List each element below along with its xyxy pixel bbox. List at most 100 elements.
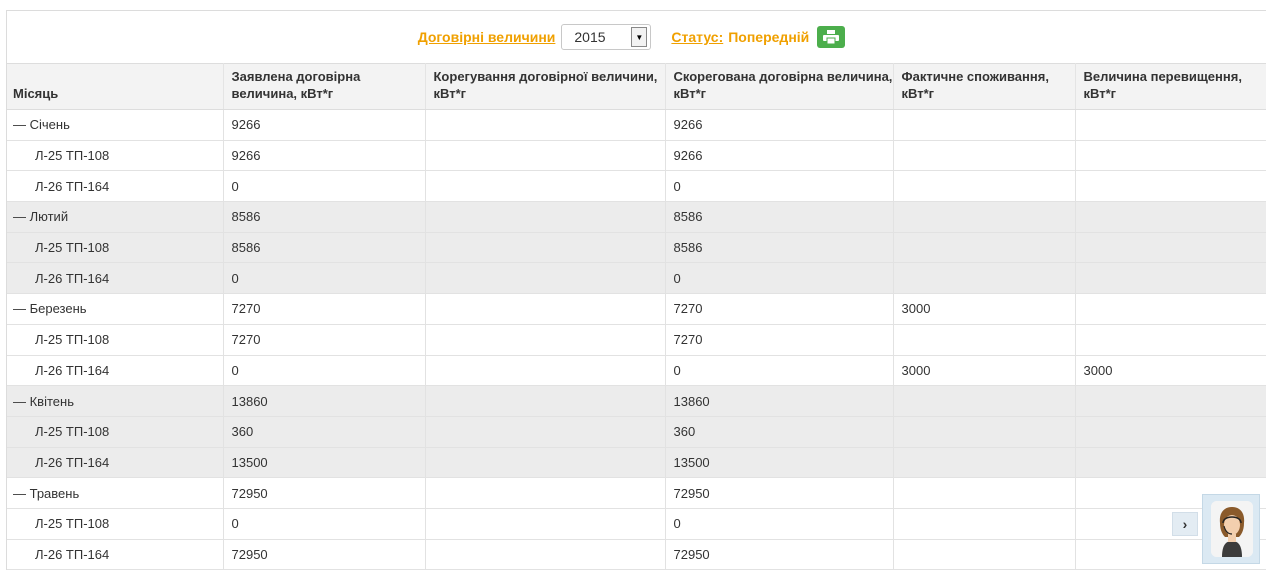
year-select[interactable]: 2015 ▼ [561,24,652,50]
table-row: Л-25 ТП-108 9266 9266 [7,140,1266,172]
month-name[interactable]: — Січень [7,109,224,141]
table-cell: 13500 [665,447,894,479]
table-cell [893,140,1076,172]
table-cell [1075,170,1266,203]
month-row[interactable]: — Травень 72950 72950 [7,477,1266,509]
table-cell [1075,447,1266,479]
table-cell: 3000 [1075,355,1266,387]
table-cell [1075,293,1266,325]
table-cell: 9266 [665,140,894,172]
table-cell [425,232,666,264]
status-link[interactable]: Статус: [671,29,723,45]
table-cell: 72950 [223,539,426,570]
table-cell [893,201,1076,233]
table-cell: 8586 [665,201,894,233]
status-block: Статус: Попередній [671,26,846,48]
table-cell [1075,140,1266,172]
year-select-value: 2015 [574,29,606,45]
table-cell: 0 [665,508,894,540]
support-agent-icon [1211,501,1253,557]
contract-values-link[interactable]: Договірні величини [418,29,556,45]
table-cell [425,355,666,387]
table-cell [425,477,666,509]
table-cell [893,109,1076,141]
table-cell: 8586 [665,232,894,264]
table-cell [425,324,666,356]
table-cell [1075,232,1266,264]
table-cell: 9266 [223,140,426,172]
table-cell: 72950 [665,539,894,570]
table-row: Л-26 ТП-164 13500 13500 [7,447,1266,479]
table-cell [425,170,666,203]
table-row: Л-26 ТП-164 72950 72950 [7,539,1266,570]
table-row: Л-25 ТП-108 7270 7270 [7,324,1266,356]
line-name: Л-25 ТП-108 [7,416,224,448]
table-cell [1075,324,1266,356]
print-button[interactable] [817,26,846,48]
table-cell [893,324,1076,356]
table-row: Л-26 ТП-164 0 0 [7,170,1266,203]
table-row: Л-25 ТП-108 0 0 [7,508,1266,540]
table-cell [893,508,1076,540]
header-corrected[interactable]: Скорегована договірна величина, кВт*г [665,63,894,110]
table-header-row: Місяць Заявлена договірна величина, кВт*… [7,63,1266,110]
table-cell [893,232,1076,264]
header-correction[interactable]: Корегування договірної величини, кВт*г [425,63,666,110]
table-cell: 0 [223,170,426,203]
table-cell [893,477,1076,509]
table-cell: 3000 [893,293,1076,325]
table-cell [1075,109,1266,141]
table-cell: 0 [223,262,426,295]
table-cell: 8586 [223,232,426,264]
table-cell [1075,416,1266,448]
table-cell: 7270 [665,324,894,356]
table-cell: 13860 [223,385,426,417]
table-cell [1075,262,1266,295]
table-cell [1075,385,1266,417]
header-month[interactable]: Місяць [7,63,224,110]
month-name[interactable]: — Квітень [7,385,224,417]
table-cell: 0 [223,355,426,387]
dropdown-arrow-icon[interactable]: ▼ [631,27,648,47]
header-declared[interactable]: Заявлена договірна величина, кВт*г [223,63,426,110]
status-value: Попередній [728,29,810,45]
table-cell [425,416,666,448]
month-name[interactable]: — Лютий [7,201,224,233]
month-row[interactable]: — Березень 7270 7270 3000 [7,293,1266,325]
table-cell [425,109,666,141]
month-row[interactable]: — Квітень 13860 13860 [7,385,1266,417]
support-agent-avatar[interactable] [1211,501,1253,557]
table-row: Л-25 ТП-108 8586 8586 [7,232,1266,264]
table-cell [893,416,1076,448]
table-cell [425,201,666,233]
table-cell: 9266 [665,109,894,141]
line-name: Л-26 ТП-164 [7,539,224,570]
table-cell [425,140,666,172]
month-row[interactable]: — Січень 9266 9266 [7,109,1266,141]
table-cell [893,539,1076,570]
table-row: Л-25 ТП-108 360 360 [7,416,1266,448]
table-cell [425,385,666,417]
month-name[interactable]: — Травень [7,477,224,509]
line-name: Л-25 ТП-108 [7,232,224,264]
chat-support-widget[interactable] [1202,494,1260,564]
month-row[interactable]: — Лютий 8586 8586 [7,201,1266,233]
chevron-right-icon[interactable]: › [1172,512,1198,536]
table-cell: 0 [223,508,426,540]
header-excess[interactable]: Величина перевищення, кВт*г [1075,63,1266,110]
table-cell: 360 [223,416,426,448]
table-cell: 7270 [223,324,426,356]
header-actual[interactable]: Фактичне споживання, кВт*г [893,63,1076,110]
table-cell [1075,201,1266,233]
table-cell: 0 [665,355,894,387]
table-row: Л-26 ТП-164 0 0 [7,262,1266,295]
line-name: Л-26 ТП-164 [7,262,224,295]
table-cell [425,508,666,540]
line-name: Л-25 ТП-108 [7,140,224,172]
month-name[interactable]: — Березень [7,293,224,325]
table-cell: 72950 [223,477,426,509]
table-cell: 3000 [893,355,1076,387]
table-cell: 0 [665,170,894,203]
table-cell: 9266 [223,109,426,141]
table-cell [893,447,1076,479]
